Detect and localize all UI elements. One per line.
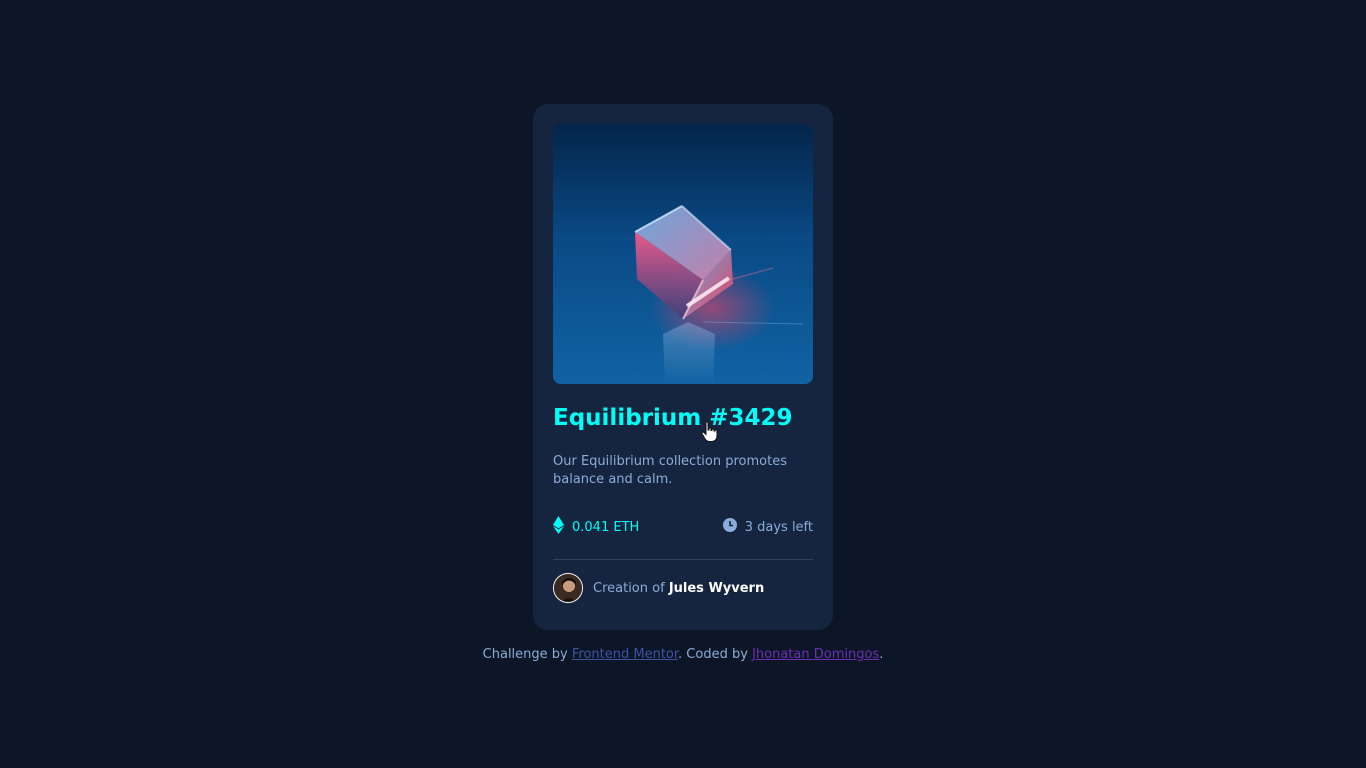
attribution-suffix: . [879,647,884,662]
attribution-prefix: Challenge by [482,647,568,662]
nft-card: Equilibrium #3429 Our Equilibrium collec… [533,104,833,630]
creator-prefix: Creation of [593,580,665,596]
nft-meta: 0.041 ETH 3 days left [553,516,813,538]
nft-title[interactable]: Equilibrium #3429 [553,404,813,432]
attribution-middle: . Coded by [678,647,748,662]
creator-name[interactable]: Jules Wyvern [669,581,764,596]
frontend-mentor-link[interactable]: Frontend Mentor [572,647,678,662]
price-info: 0.041 ETH [553,516,639,538]
price-value: 0.041 ETH [572,519,640,535]
nft-image[interactable] [553,124,813,384]
nft-description: Our Equilibrium collection promotes bala… [553,454,787,487]
attribution: Challenge by Frontend Mentor. Coded by J… [0,647,1366,662]
time-info: 3 days left [722,518,813,536]
time-left: 3 days left [744,519,813,535]
creator-row: Creation of Jules Wyvern [553,573,813,603]
clock-icon [722,518,737,536]
hand-cursor-icon [700,421,720,447]
creator-label: Creation of Jules Wyvern [593,581,764,596]
avatar [553,573,583,603]
ethereum-icon [553,516,564,538]
developer-link[interactable]: Jhonatan Domingos [752,647,879,662]
crystal-cube-artwork [553,124,813,384]
divider [553,559,813,560]
